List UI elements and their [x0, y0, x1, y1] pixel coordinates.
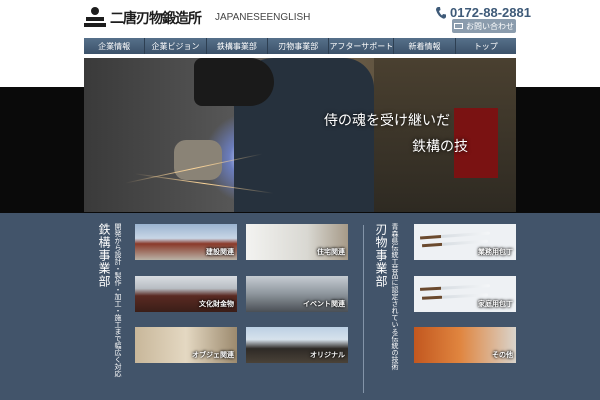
- tile-cultural-property[interactable]: 文化財金物: [135, 276, 237, 312]
- tile-label: 業務用包丁: [478, 248, 513, 256]
- tile-label: 文化財金物: [199, 300, 234, 308]
- logo-text: 二唐刃物鍛造所: [110, 11, 202, 27]
- tile-event[interactable]: イベント関連: [246, 276, 348, 312]
- header: 二唐刃物鍛造所 JAPANESE ENGLISH 0172-88-2881 お問…: [0, 0, 600, 38]
- hero-subheadline: 鉄構の技: [412, 139, 468, 155]
- tile-label: 建設関連: [206, 248, 234, 256]
- logo[interactable]: 二唐刃物鍛造所: [84, 6, 202, 30]
- lang-english-link[interactable]: ENGLISH: [267, 12, 311, 23]
- main-nav: 企業情報 企業ビジョン 鉄構事業部 刃物事業部 アフターサポート 新着情報 トッ…: [84, 38, 516, 54]
- ironworks-description: 開発から設計・製作・加工・施工まで幅広く対応: [114, 223, 122, 377]
- tile-label: オリジナル: [310, 351, 345, 359]
- tile-label: 家庭用包丁: [478, 300, 513, 308]
- phone-icon: [436, 6, 446, 19]
- tile-label: その他: [492, 351, 513, 359]
- phone-text: 0172-88-2881: [450, 5, 531, 20]
- tile-label: オブジェ関連: [192, 351, 234, 359]
- nav-item-vision[interactable]: 企業ビジョン: [145, 38, 207, 54]
- welding-helmet: [194, 58, 274, 106]
- section-divider: [363, 225, 364, 393]
- tile-label: 住宅関連: [317, 248, 345, 256]
- tile-construction[interactable]: 建設関連: [135, 224, 237, 260]
- nav-item-top[interactable]: トップ: [456, 38, 516, 54]
- tile-other[interactable]: その他: [414, 327, 516, 363]
- lang-japanese-link[interactable]: JAPANESE: [215, 12, 267, 23]
- contact-button[interactable]: お問い合わせ: [452, 19, 516, 33]
- nav-item-news[interactable]: 新着情報: [394, 38, 456, 54]
- knife-image: [419, 284, 491, 291]
- tile-objet[interactable]: オブジェ関連: [135, 327, 237, 363]
- nav-item-after-support[interactable]: アフターサポート: [329, 38, 395, 54]
- cutlery-description: 青森県伝統工芸品に認定されている伝統の技術: [391, 223, 399, 370]
- tile-housing[interactable]: 住宅関連: [246, 224, 348, 260]
- nav-item-ironworks[interactable]: 鉄構事業部: [207, 38, 269, 54]
- knife-image: [419, 231, 491, 240]
- nav-item-company[interactable]: 企業情報: [84, 38, 146, 54]
- ironworks-title: 鉄構事業部: [97, 223, 111, 288]
- contact-label: お問い合わせ: [466, 21, 514, 31]
- welder-glove: [174, 140, 222, 180]
- page: { "header": { "logo_text": "二唐刃物鍛造所", "l…: [0, 0, 600, 400]
- cutlery-title: 刃物事業部: [374, 223, 388, 288]
- tile-home-knives[interactable]: 家庭用包丁: [414, 276, 516, 312]
- phone-number: 0172-88-2881: [436, 5, 531, 20]
- divisions-section: 鉄構事業部 開発から設計・製作・加工・施工まで幅広く対応 建設関連 住宅関連 文…: [0, 213, 600, 400]
- tile-label: イベント関連: [303, 300, 345, 308]
- tile-original[interactable]: オリジナル: [246, 327, 348, 363]
- language-switch: JAPANESE ENGLISH: [215, 12, 310, 23]
- hero-image: 侍の魂を受け継いだ 鉄構の技: [84, 58, 516, 212]
- logo-mark-icon: [84, 7, 106, 29]
- hero-headline: 侍の魂を受け継いだ: [324, 113, 450, 129]
- tile-professional-knives[interactable]: 業務用包丁: [414, 224, 516, 260]
- mail-icon: [454, 23, 463, 29]
- nav-item-cutlery[interactable]: 刃物事業部: [268, 38, 330, 54]
